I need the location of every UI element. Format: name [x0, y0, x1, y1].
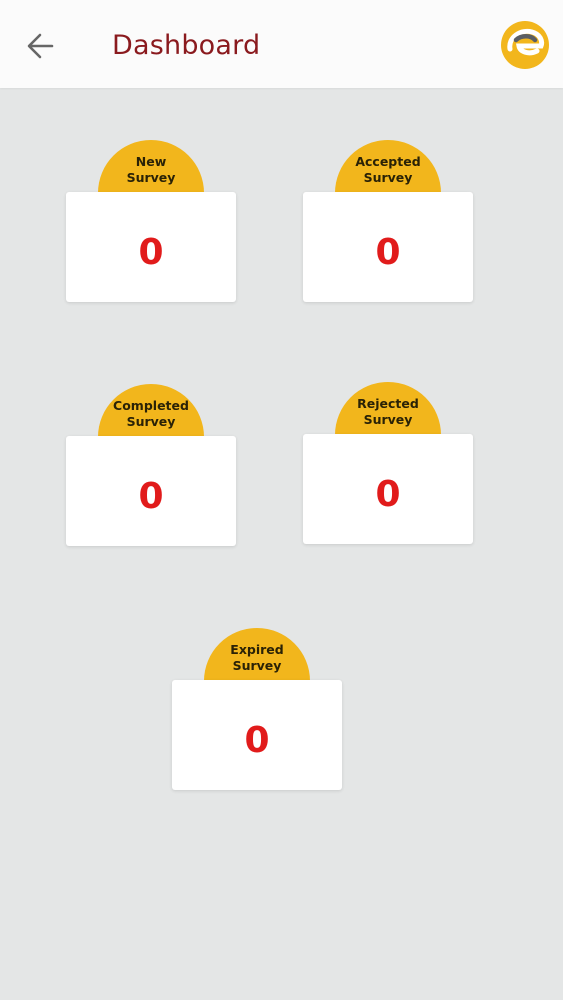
card-label: Completed Survey: [113, 398, 189, 429]
card-label: Expired Survey: [230, 642, 284, 673]
card-label: Accepted Survey: [355, 154, 421, 185]
rejected-survey-card[interactable]: Rejected Survey 0: [303, 382, 473, 552]
expired-survey-card[interactable]: Expired Survey 0: [172, 628, 342, 798]
new-survey-card[interactable]: New Survey 0: [66, 140, 236, 310]
page-title: Dashboard: [112, 30, 261, 61]
survey-count: 0: [375, 232, 401, 273]
survey-count: 0: [138, 476, 164, 517]
app-bar: Dashboard: [0, 0, 563, 88]
card-label: Rejected Survey: [357, 396, 419, 427]
survey-count: 0: [244, 720, 270, 761]
survey-count: 0: [138, 232, 164, 273]
arrow-left-icon: [27, 33, 54, 59]
back-button[interactable]: [22, 26, 62, 66]
accepted-survey-card[interactable]: Accepted Survey 0: [303, 140, 473, 310]
brand-logo-icon: [499, 19, 551, 71]
card-label: New Survey: [126, 154, 176, 185]
survey-count: 0: [375, 474, 401, 515]
completed-survey-card[interactable]: Completed Survey 0: [66, 384, 236, 554]
